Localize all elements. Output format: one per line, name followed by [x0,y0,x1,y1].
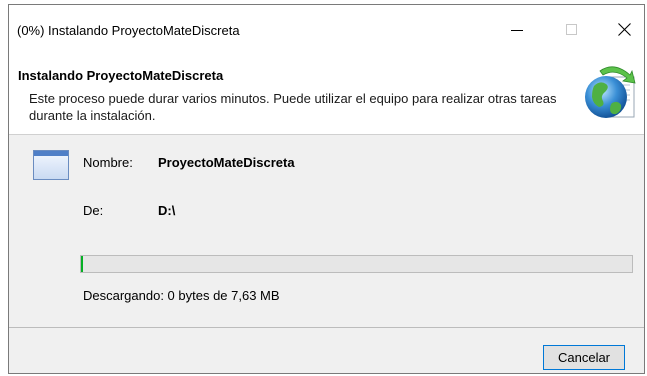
header-title: Instalando ProyectoMateDiscreta [18,68,224,83]
from-value: D:\ [158,203,176,218]
title-bar[interactable]: (0%) Instalando ProyectoMateDiscreta [9,5,644,54]
globe-install-icon [585,66,636,118]
application-window-icon [33,150,69,180]
close-button[interactable] [601,5,647,54]
cancel-button[interactable]: Cancelar [543,345,625,370]
progress-status: Descargando: 0 bytes de 7,63 MB [83,288,280,303]
close-icon [617,23,631,36]
header-panel: Instalando ProyectoMateDiscreta Este pro… [9,54,644,135]
minimize-icon [511,29,523,31]
name-label: Nombre: [83,155,133,170]
installer-window: (0%) Instalando ProyectoMateDiscreta Ins… [8,4,645,374]
progress-fill [81,256,83,272]
header-description: Este proceso puede durar varios minutos.… [29,91,557,123]
from-label: De: [83,203,104,218]
progress-bar [80,255,633,273]
name-value: ProyectoMateDiscreta [158,155,295,170]
minimize-button[interactable] [494,5,540,54]
window-title: (0%) Instalando ProyectoMateDiscreta [17,23,240,38]
maximize-button [549,5,595,54]
maximize-icon [566,23,577,35]
footer-panel: Cancelar [9,327,644,373]
